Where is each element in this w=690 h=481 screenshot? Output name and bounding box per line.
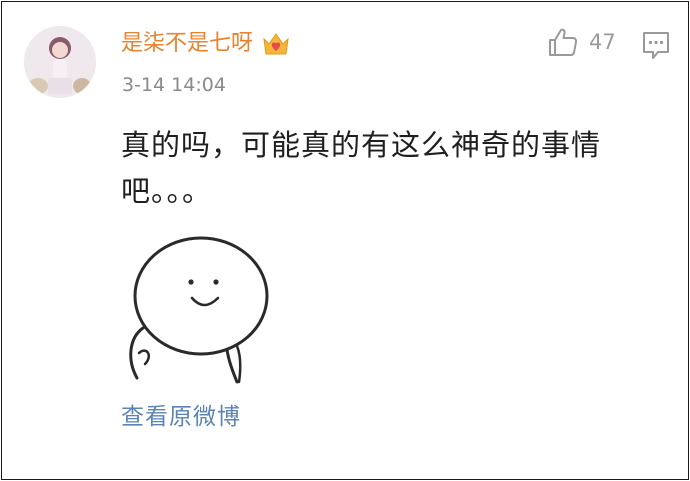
- avatar-image: [24, 26, 96, 98]
- timestamp: 3-14 14:04: [122, 74, 226, 96]
- like-button[interactable]: 47: [547, 27, 616, 57]
- reply-icon[interactable]: [642, 31, 670, 61]
- username[interactable]: 是柒不是七呀: [121, 28, 253, 60]
- comment-text: 真的吗，可能真的有这么神奇的事情吧。。。: [121, 128, 602, 208]
- username-row: 是柒不是七呀: [121, 28, 291, 60]
- avatar[interactable]: [24, 26, 96, 98]
- thumbs-up-icon[interactable]: [547, 27, 579, 57]
- crown-heart-icon: [261, 30, 291, 58]
- comment-card: 是柒不是七呀 3-14 14:04 47 真的吗，可能真的有这么神奇的事情吧。。…: [1, 1, 689, 480]
- smiling-face-sticker[interactable]: [121, 228, 281, 384]
- view-original-link[interactable]: 查看原微博: [121, 400, 241, 434]
- like-count: 47: [589, 30, 616, 54]
